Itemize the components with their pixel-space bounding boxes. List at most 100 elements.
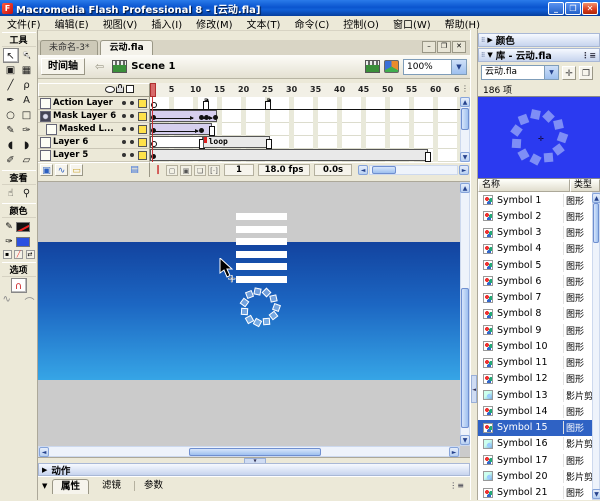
library-item-symbol-20[interactable]: Symbol 20影片剪辑 — [478, 468, 592, 484]
library-item-symbol-15[interactable]: Symbol 15图形 — [478, 420, 592, 436]
timeline-vertical-scrollbar[interactable]: ▲ ▼ — [460, 97, 470, 162]
insert-folder-button[interactable]: ▭ — [70, 164, 83, 176]
ink-bottle-tool-icon[interactable]: ◖ — [3, 138, 19, 153]
outline-color-box[interactable] — [138, 112, 147, 121]
insert-layer-button[interactable]: ▣ — [40, 164, 53, 176]
visibility-dot[interactable] — [122, 153, 126, 157]
pencil-tool-icon[interactable]: ✎ — [3, 123, 19, 138]
library-select-arrow-icon[interactable]: ▼ — [544, 66, 558, 79]
eyedropper-tool-icon[interactable]: ✐ — [3, 153, 19, 168]
white-frame-span[interactable] — [150, 136, 203, 148]
frame-ruler[interactable]: 5101520253035404550556065 — [150, 83, 460, 98]
library-item-symbol-9[interactable]: Symbol 9图形 — [478, 322, 592, 338]
scroll-up-icon[interactable]: ▲ — [460, 97, 470, 107]
library-scroll-thumb[interactable] — [593, 203, 599, 243]
stage-vscroll-thumb[interactable] — [461, 288, 469, 428]
oval-tool-icon[interactable]: ○ — [3, 108, 19, 123]
menu-item-6[interactable]: 文本(T) — [240, 16, 288, 31]
layer-row-mask-layer-6[interactable]: Mask Layer 6 — [38, 110, 150, 123]
panel-divider[interactable] — [470, 30, 478, 500]
doc-restore-icon[interactable]: ❐ — [437, 41, 451, 53]
minimize-button[interactable]: _ — [548, 2, 564, 15]
onion-skin-icon[interactable]: ▢ — [166, 165, 178, 176]
stroke-color-control[interactable]: ✎ — [3, 220, 35, 233]
menu-item-9[interactable]: 窗口(W) — [386, 16, 438, 31]
library-item-symbol-5[interactable]: Symbol 5图形 — [478, 257, 592, 273]
menu-item-7[interactable]: 命令(C) — [287, 16, 336, 31]
close-button[interactable]: ✕ — [582, 2, 598, 15]
keyframe-dot[interactable] — [199, 128, 204, 133]
timeline-options-menu-icon[interactable]: ⋮≡ — [461, 84, 469, 94]
doc-minimize-icon[interactable]: – — [422, 41, 436, 53]
timeline-toggle-button[interactable]: 时间轴 — [41, 58, 85, 75]
end-frame-rect[interactable] — [209, 126, 215, 136]
library-collapse-arrow-icon[interactable]: ▼ — [487, 51, 492, 59]
back-arrow-icon[interactable]: ⇦ — [95, 60, 104, 73]
outline-color-box[interactable] — [138, 138, 147, 147]
frames-area[interactable]: aa loop — [150, 97, 460, 162]
library-item-symbol-7[interactable]: Symbol 7图形 — [478, 290, 592, 306]
onion-skin-outlines-icon[interactable]: ▣ — [180, 165, 192, 176]
frame-row-3[interactable] — [150, 123, 460, 136]
edit-scene-button[interactable] — [365, 60, 380, 73]
scroll-down-icon[interactable]: ▼ — [460, 152, 470, 162]
library-item-symbol-3[interactable]: Symbol 3图形 — [478, 225, 592, 241]
library-item-symbol-17[interactable]: Symbol 17图形 — [478, 452, 592, 468]
frame-row-1[interactable]: aa — [150, 97, 460, 110]
fill-color-control[interactable]: ✑ — [3, 235, 35, 248]
selection-tool-icon[interactable]: ↖ — [3, 48, 19, 63]
delete-layer-button[interactable]: ▤ — [128, 164, 141, 176]
frame-row-4[interactable]: loop — [150, 136, 460, 149]
menu-item-3[interactable]: 视图(V) — [96, 16, 145, 31]
fill-color-swatch[interactable] — [16, 237, 30, 247]
library-item-symbol-21[interactable]: Symbol 21图形 — [478, 485, 592, 500]
show-hide-icon[interactable] — [105, 86, 115, 95]
library-item-symbol-13[interactable]: Symbol 13影片剪辑 — [478, 387, 592, 403]
restore-button[interactable]: ❐ — [565, 2, 581, 15]
black-white-button[interactable]: ▪ — [3, 250, 12, 259]
library-options-menu-icon[interactable]: ⋮≡ — [581, 51, 596, 60]
collapse-arrow-icon[interactable]: ▼ — [42, 482, 47, 490]
lock-icon[interactable] — [115, 86, 125, 95]
doc-close-icon[interactable]: ✕ — [452, 41, 466, 53]
line-tool-icon[interactable]: ╱ — [3, 78, 19, 93]
lock-dot[interactable] — [130, 127, 134, 131]
column-name[interactable]: 名称 — [478, 179, 570, 192]
static-frame-span[interactable] — [150, 149, 428, 161]
library-item-symbol-8[interactable]: Symbol 8图形 — [478, 306, 592, 322]
gradient-transform-tool-icon[interactable]: ▦ — [19, 63, 35, 78]
visibility-dot[interactable] — [122, 140, 126, 144]
outline-icon[interactable] — [125, 85, 135, 95]
edit-symbol-button[interactable] — [384, 60, 399, 73]
menu-item-5[interactable]: 修改(M) — [189, 16, 239, 31]
stage-scroll-right-icon[interactable]: ► — [449, 447, 459, 457]
lock-dot[interactable] — [130, 101, 134, 105]
menu-item-1[interactable]: 文件(F) — [0, 16, 48, 31]
library-item-symbol-10[interactable]: Symbol 10图形 — [478, 338, 592, 354]
stage-hscroll-thumb[interactable] — [189, 448, 321, 456]
smooth-option-icon[interactable]: ∿ — [3, 294, 11, 309]
pin-library-icon[interactable]: ✛ — [562, 66, 576, 80]
stage-scroll-down-icon[interactable]: ▼ — [460, 435, 470, 445]
layer-row-layer-6[interactable]: Layer 6 — [38, 136, 150, 149]
library-scrollbar[interactable]: ▲ ▼ — [592, 192, 600, 500]
library-panel-header[interactable]: ⁞⁞▼ 库 - 云动.fla ⋮≡ — [478, 48, 600, 62]
add-motion-guide-button[interactable]: ∿ — [55, 164, 68, 176]
straighten-option-icon[interactable]: ⌒ — [25, 294, 35, 309]
library-item-symbol-2[interactable]: Symbol 2图形 — [478, 208, 592, 224]
frame-scroll-left-icon[interactable]: ◄ — [358, 165, 368, 175]
frame-row-2[interactable] — [150, 110, 460, 123]
stage-scroll-up-icon[interactable]: ▲ — [460, 183, 470, 193]
hand-tool-icon[interactable]: ☝ — [3, 186, 19, 201]
frame-row-5[interactable] — [150, 149, 460, 162]
library-scroll-down-icon[interactable]: ▼ — [592, 489, 600, 499]
library-item-symbol-4[interactable]: Symbol 4图形 — [478, 241, 592, 257]
actions-panel-header[interactable]: ▶ 动作 — [38, 463, 470, 476]
center-frame-icon[interactable]: ❙ — [152, 165, 164, 176]
eraser-tool-icon[interactable]: ▱ — [19, 153, 35, 168]
library-item-list[interactable]: Symbol 1图形Symbol 2图形Symbol 3图形Symbol 4图形… — [478, 192, 600, 500]
library-scroll-up-icon[interactable]: ▲ — [592, 193, 600, 203]
zoom-dropdown-arrow-icon[interactable]: ▼ — [451, 60, 466, 74]
layer-row-action-layer[interactable]: Action Layer — [38, 97, 150, 110]
library-item-symbol-6[interactable]: Symbol 6图形 — [478, 273, 592, 289]
